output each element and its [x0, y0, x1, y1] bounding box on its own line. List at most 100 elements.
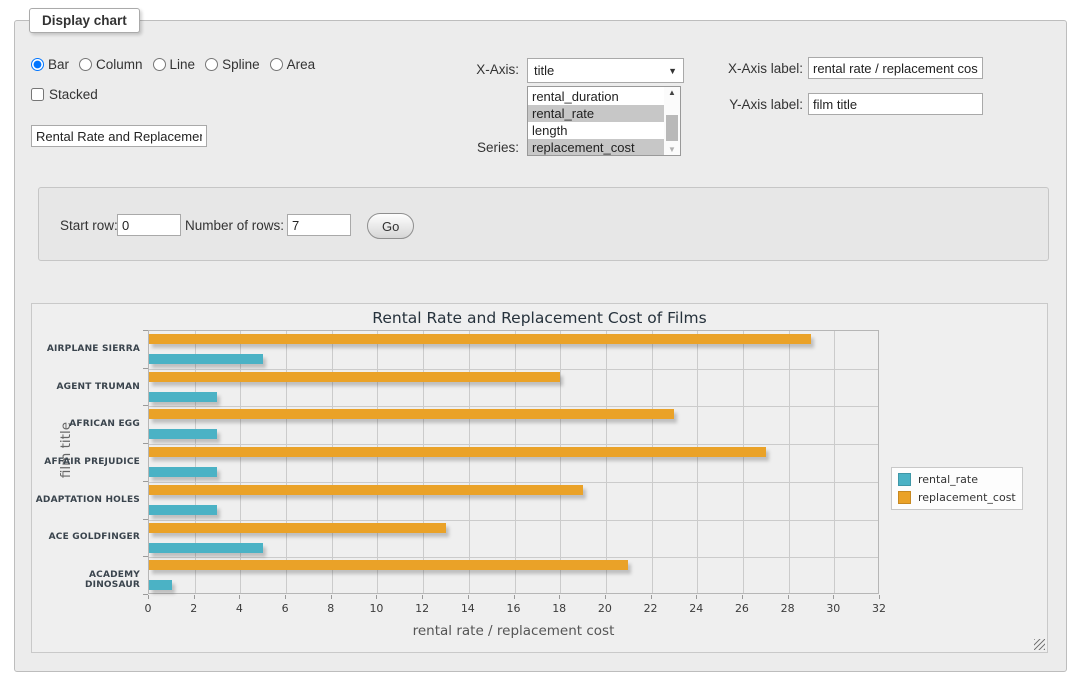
- bar-rental-rate: [149, 429, 217, 439]
- x-tick-label: 26: [727, 602, 757, 615]
- fieldset-legend: Display chart: [29, 8, 140, 33]
- x-tick-label: 8: [316, 602, 346, 615]
- gridline: [195, 331, 196, 593]
- bar-rental-rate: [149, 354, 263, 364]
- series-scrollbar[interactable]: ▲ ▼: [664, 87, 680, 155]
- resize-grip-icon[interactable]: [1034, 639, 1045, 650]
- x-tick-mark: [788, 595, 789, 599]
- gridline: [286, 331, 287, 593]
- chart-type-radio-column[interactable]: [79, 58, 92, 71]
- gridline: [377, 331, 378, 593]
- series-option-length[interactable]: length: [528, 122, 664, 139]
- gridline: [469, 331, 470, 593]
- scroll-up-icon[interactable]: ▲: [664, 88, 680, 97]
- y-category-label: ACE GOLDFINGER: [34, 532, 140, 542]
- x-tick-label: 18: [544, 602, 574, 615]
- gridline: [149, 369, 878, 370]
- bar-rental-rate: [149, 467, 217, 477]
- x-tick-mark: [285, 595, 286, 599]
- x-axis-label-input[interactable]: [808, 57, 983, 79]
- go-button[interactable]: Go: [367, 213, 414, 239]
- scrollbar-thumb[interactable]: [666, 115, 678, 141]
- bar-replacement-cost: [149, 447, 766, 457]
- series-multiselect[interactable]: rental_durationrental_ratelengthreplacem…: [527, 86, 681, 156]
- x-axis-select-label: X-Axis:: [415, 62, 519, 77]
- start-row-input[interactable]: [117, 214, 181, 236]
- stacked-label: Stacked: [49, 87, 98, 102]
- series-option-replacement_cost[interactable]: replacement_cost: [528, 139, 664, 156]
- x-tick-mark: [742, 595, 743, 599]
- x-tick-label: 10: [361, 602, 391, 615]
- chart-type-radio-label: Line: [170, 57, 196, 72]
- chart-type-option-column[interactable]: Column: [79, 57, 143, 72]
- gridline: [743, 331, 744, 593]
- gridline: [149, 444, 878, 445]
- bar-replacement-cost: [149, 485, 583, 495]
- gridline: [423, 331, 424, 593]
- x-tick-label: 28: [773, 602, 803, 615]
- legend-item: rental_rate: [898, 473, 1016, 486]
- x-tick-mark: [376, 595, 377, 599]
- x-tick-label: 14: [453, 602, 483, 615]
- x-tick-label: 32: [864, 602, 894, 615]
- bar-rental-rate: [149, 580, 172, 590]
- x-tick-mark: [239, 595, 240, 599]
- x-tick-mark: [605, 595, 606, 599]
- gridline: [332, 331, 333, 593]
- x-tick-mark: [559, 595, 560, 599]
- scroll-down-icon[interactable]: ▼: [664, 145, 680, 154]
- series-option-rental_rate[interactable]: rental_rate: [528, 105, 664, 122]
- x-tick-label: 0: [133, 602, 163, 615]
- chart-type-radio-label: Bar: [48, 57, 69, 72]
- x-axis-selected-value: title: [534, 63, 554, 78]
- chart-type-radio-label: Area: [287, 57, 316, 72]
- x-tick-mark: [468, 595, 469, 599]
- bar-replacement-cost: [149, 523, 446, 533]
- x-axis-label-field-label: X-Axis label:: [715, 61, 803, 76]
- x-tick-mark: [696, 595, 697, 599]
- row-controls-panel: Start row: Number of rows: Go: [38, 187, 1049, 261]
- x-tick-label: 30: [818, 602, 848, 615]
- chart-type-option-area[interactable]: Area: [270, 57, 316, 72]
- x-tick-mark: [148, 595, 149, 599]
- legend-label: replacement_cost: [918, 491, 1016, 504]
- bar-rental-rate: [149, 505, 217, 515]
- chart-type-radio-label: Column: [96, 57, 143, 72]
- legend-swatch-rental-rate: [898, 473, 911, 486]
- y-axis-label-input[interactable]: [808, 93, 983, 115]
- x-tick-label: 6: [270, 602, 300, 615]
- chart-type-option-line[interactable]: Line: [153, 57, 196, 72]
- x-tick-mark: [879, 595, 880, 599]
- start-row-label: Start row:: [60, 218, 118, 233]
- legend-swatch-replacement-cost: [898, 491, 911, 504]
- stacked-checkbox[interactable]: [31, 88, 44, 101]
- chart-type-radio-spline[interactable]: [205, 58, 218, 71]
- gridline: [560, 331, 561, 593]
- num-rows-input[interactable]: [287, 214, 351, 236]
- chart-title-input[interactable]: [31, 125, 207, 147]
- x-tick-mark: [651, 595, 652, 599]
- y-category-label: AFRICAN EGG: [34, 419, 140, 429]
- chart-type-radio-line[interactable]: [153, 58, 166, 71]
- bar-rental-rate: [149, 543, 263, 553]
- bar-rental-rate: [149, 392, 217, 402]
- legend-item: replacement_cost: [898, 491, 1016, 504]
- gridline: [789, 331, 790, 593]
- x-tick-mark: [422, 595, 423, 599]
- legend-label: rental_rate: [918, 473, 978, 486]
- chart-type-option-bar[interactable]: Bar: [31, 57, 69, 72]
- y-category-label: ACADEMY DINOSAUR: [34, 570, 140, 590]
- chart-type-radio-area[interactable]: [270, 58, 283, 71]
- x-tick-mark: [514, 595, 515, 599]
- gridline: [652, 331, 653, 593]
- x-tick-label: 22: [636, 602, 666, 615]
- chart-type-radio-bar[interactable]: [31, 58, 44, 71]
- x-tick-label: 16: [499, 602, 529, 615]
- series-option-rental_duration[interactable]: rental_duration: [528, 88, 664, 105]
- legend: rental_rate replacement_cost: [891, 467, 1023, 510]
- bar-replacement-cost: [149, 372, 560, 382]
- bar-replacement-cost: [149, 560, 628, 570]
- chart-type-option-spline[interactable]: Spline: [205, 57, 260, 72]
- x-axis-select[interactable]: title ▼: [527, 58, 684, 83]
- gridline: [149, 520, 878, 521]
